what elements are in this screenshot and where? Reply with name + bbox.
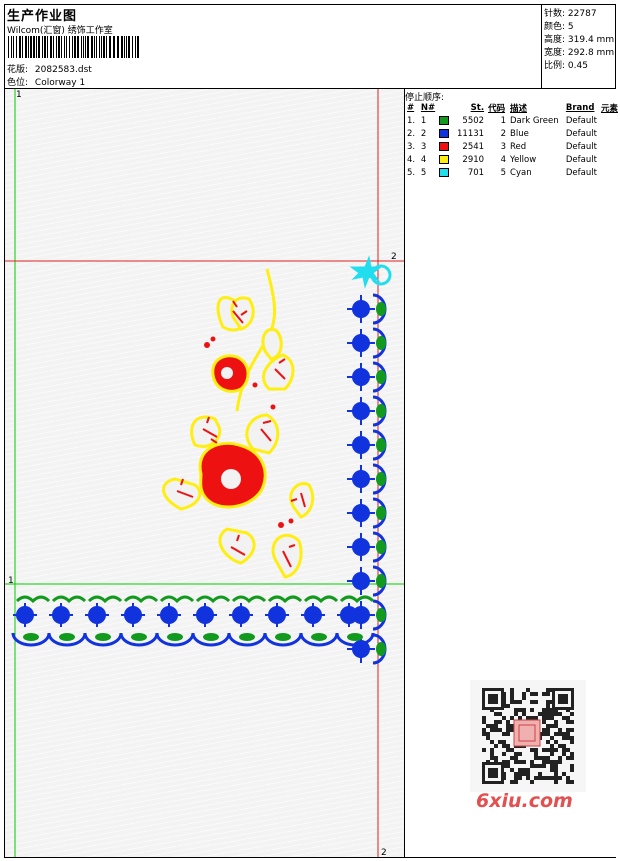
table-header-row: # N# St. 代码 描述 Brand 元素	[405, 101, 620, 114]
table-row[interactable]: 4. 4 2910 4 Yellow Default	[405, 153, 620, 166]
design-file-row: 花版: 2082583.dst	[7, 62, 92, 75]
stat-height: 高度: 319.4 mm	[544, 32, 614, 45]
table-row[interactable]: 5. 5 701 5 Cyan Default	[405, 166, 620, 179]
row-stitches: 701	[467, 167, 485, 178]
row-color-swatch	[437, 127, 455, 140]
row-brand: Default	[565, 128, 597, 139]
row-code: 2	[500, 128, 507, 139]
color-swatch	[439, 167, 450, 177]
guide-label-right-2: 2	[391, 252, 397, 262]
col-stitches: St.	[470, 102, 485, 113]
row-needle: 2	[420, 128, 427, 139]
row-index: 3.	[407, 141, 416, 152]
row-needle: 4	[420, 154, 427, 165]
row-code: 3	[500, 141, 507, 152]
color-swatch	[439, 128, 450, 138]
col-code: 代码	[488, 103, 506, 114]
row-brand: Default	[565, 115, 597, 126]
row-needle: 5	[420, 167, 427, 178]
row-code: 4	[500, 154, 507, 165]
row-index: 1.	[407, 115, 416, 126]
stat-stitches: 针数: 22787	[544, 6, 597, 19]
row-description: Blue	[510, 128, 529, 139]
row-index: 5.	[407, 167, 416, 178]
row-element	[599, 140, 620, 153]
row-element	[599, 153, 620, 166]
col-description: 描述	[510, 103, 528, 114]
horizontal-border-motif	[11, 595, 375, 647]
row-element	[599, 166, 620, 179]
stat-value: 22787	[567, 9, 597, 19]
row-color-swatch	[437, 140, 455, 153]
stat-scale: 比例: 0.45	[544, 58, 588, 71]
col-needle: N#	[420, 102, 436, 113]
stat-label: 比例:	[544, 61, 566, 71]
row-color-swatch	[437, 114, 455, 127]
row-description: Red	[510, 141, 527, 152]
col-index: #	[407, 102, 415, 113]
watermark-logo: 6xiu.com	[476, 790, 573, 812]
design-file-label: 花版:	[7, 65, 29, 75]
row-needle: 1	[420, 115, 427, 126]
stat-value: 0.45	[567, 61, 588, 71]
table-row[interactable]: 3. 3 2541 3 Red Default	[405, 140, 620, 153]
row-brand: Default	[565, 141, 597, 152]
color-swatch	[439, 154, 450, 164]
qr-code-icon	[482, 688, 574, 784]
row-brand: Default	[565, 154, 597, 165]
stat-label: 颜色:	[544, 22, 566, 32]
colorway-value: Colorway 1	[34, 78, 86, 88]
stat-colors: 颜色: 5	[544, 19, 574, 32]
table-row[interactable]: 1. 1 5502 1 Dark Green Default	[405, 114, 620, 127]
row-description: Cyan	[510, 167, 532, 178]
row-element	[599, 114, 620, 127]
design-file-value: 2082583.dst	[34, 65, 92, 75]
guide-label-left-1: 1	[8, 576, 14, 586]
row-color-swatch	[437, 166, 455, 179]
sheet-title: 生产作业图	[7, 9, 78, 24]
stop-sequence-table: # N# St. 代码 描述 Brand 元素 1. 1 5502 1 Dark Gre…	[405, 101, 620, 179]
row-needle: 3	[420, 141, 427, 152]
barcode-image	[8, 36, 139, 58]
row-stitches: 11131	[457, 128, 485, 139]
embroidery-design: 1 1 2 2	[5, 89, 404, 857]
table-row[interactable]: 2. 2 11131 2 Blue Default	[405, 127, 620, 140]
row-stitches: 2541	[462, 141, 485, 152]
stat-value: 292.8 mm	[567, 48, 615, 58]
col-color	[437, 101, 455, 114]
company-name: Wilcom(汇窗) 绣饰工作室	[7, 26, 113, 36]
flower-motif	[162, 268, 315, 579]
stat-label: 针数:	[544, 9, 566, 19]
colorway-row: 色位: Colorway 1	[7, 75, 85, 88]
stat-value: 5	[567, 22, 574, 32]
row-index: 4.	[407, 154, 416, 165]
row-description: Dark Green	[510, 115, 559, 126]
row-color-swatch	[437, 153, 455, 166]
row-description: Yellow	[510, 154, 537, 165]
col-element: 元素	[600, 103, 618, 114]
colorway-label: 色位:	[7, 78, 29, 88]
row-brand: Default	[565, 167, 597, 178]
color-swatch	[439, 141, 450, 151]
row-stitches: 5502	[462, 115, 485, 126]
col-brand: Brand	[565, 102, 595, 113]
guide-label-top-1: 1	[16, 90, 22, 100]
stat-width: 宽度: 292.8 mm	[544, 45, 614, 58]
qr-code-area	[470, 680, 586, 792]
stat-label: 宽度:	[544, 48, 566, 58]
stat-label: 高度:	[544, 35, 566, 45]
row-stitches: 2910	[462, 154, 485, 165]
design-canvas[interactable]: 1 1 2 2	[5, 89, 405, 857]
stat-value: 319.4 mm	[567, 35, 615, 45]
guide-label-bottom-2: 2	[381, 848, 387, 857]
color-swatch	[439, 115, 450, 125]
row-element	[599, 127, 620, 140]
row-code: 5	[500, 167, 507, 178]
row-code: 1	[500, 115, 507, 126]
row-index: 2.	[407, 128, 416, 139]
